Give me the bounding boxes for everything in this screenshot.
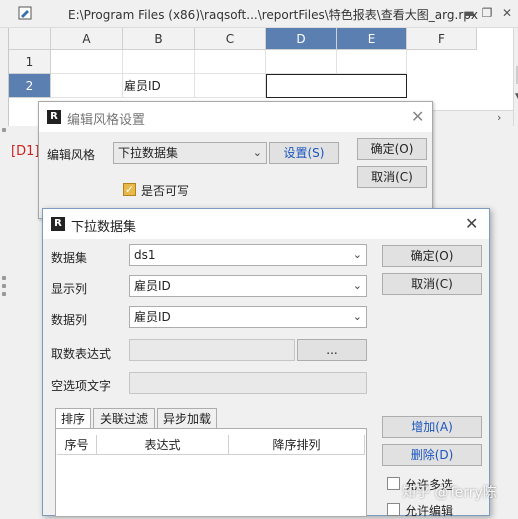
display-column-select[interactable]: 雇员ID ⌄ xyxy=(129,275,367,297)
row-header-2[interactable]: 2 xyxy=(9,74,51,98)
dialog-title: 编辑风格设置 xyxy=(67,113,146,128)
empty-option-input[interactable] xyxy=(129,372,367,394)
cell-b2[interactable]: 雇员ID xyxy=(123,74,195,98)
empty-option-label: 空选项文字 xyxy=(51,379,112,393)
cell-d2-e2-merged[interactable] xyxy=(266,74,407,98)
splitter-grip-icon[interactable] xyxy=(2,128,6,132)
scroll-right-icon[interactable]: › xyxy=(497,111,501,124)
minimize-button[interactable]: ▬ xyxy=(462,6,476,20)
column-header-d[interactable]: D xyxy=(266,28,337,50)
settings-button[interactable]: 设置(S) xyxy=(269,142,339,164)
expression-label: 取数表达式 xyxy=(51,347,112,361)
tab-async-load[interactable]: 异步加载 xyxy=(157,408,217,428)
column-header-f[interactable]: F xyxy=(407,28,477,50)
cancel-button[interactable]: 取消(C) xyxy=(382,273,482,295)
cell-d1[interactable] xyxy=(266,50,337,74)
ok-button[interactable]: 确定(O) xyxy=(357,138,427,160)
app-logo-icon: R xyxy=(51,217,65,231)
column-header-e[interactable]: E xyxy=(337,28,407,50)
expression-input[interactable] xyxy=(129,339,295,361)
display-column-value: 雇员ID xyxy=(134,279,171,293)
window-titlebar: E:\Program Files (x86)\raqsoft...\report… xyxy=(0,0,518,28)
dataset-value: ds1 xyxy=(134,248,156,262)
column-header-expression: 表达式 xyxy=(97,435,229,455)
close-icon[interactable]: ✕ xyxy=(411,107,424,126)
dialog-titlebar: R 下拉数据集 ✕ xyxy=(43,209,489,239)
settings-button-label: 设置(S) xyxy=(283,146,325,160)
chevron-down-icon: ⌄ xyxy=(352,248,362,261)
restore-button[interactable]: ❐ xyxy=(480,6,494,20)
cell-c1[interactable] xyxy=(195,50,266,74)
allow-edit-label: 允许编辑 xyxy=(405,504,454,518)
dropdown-dataset-dialog: R 下拉数据集 ✕ 数据集 ds1 ⌄ 显示列 雇员ID ⌄ 数据列 雇员ID … xyxy=(42,208,490,518)
ok-button[interactable]: 确定(O) xyxy=(382,245,482,267)
cell-c2[interactable] xyxy=(195,74,266,98)
cell-b1[interactable] xyxy=(123,50,195,74)
watermark: 知乎 @Terry陈 xyxy=(402,485,497,501)
tab-related-filter[interactable]: 关联过滤 xyxy=(93,408,155,428)
display-column-label: 显示列 xyxy=(51,282,88,296)
chevron-down-icon: ⌄ xyxy=(352,279,362,292)
column-header-index: 序号 xyxy=(57,435,97,455)
column-header-descending: 降序排列 xyxy=(229,435,365,455)
allow-edit-checkbox[interactable] xyxy=(387,503,400,516)
expression-edit-button[interactable]: ... xyxy=(297,339,367,361)
column-header-c[interactable]: C xyxy=(195,28,266,50)
column-header-a[interactable]: A xyxy=(51,28,123,50)
cancel-button[interactable]: 取消(C) xyxy=(357,166,427,188)
edit-style-dialog: R 编辑风格设置 ✕ 编辑风格 下拉数据集 ⌄ 设置(S) 确定(O) 取消(C… xyxy=(38,101,433,219)
add-button[interactable]: 增加(A) xyxy=(382,416,482,438)
cell-reference: [D1] xyxy=(11,144,40,159)
data-column-value: 雇员ID xyxy=(134,310,171,324)
cell-a1[interactable] xyxy=(51,50,123,74)
vertical-scrollbar[interactable]: ▼ xyxy=(513,28,518,126)
dataset-label: 数据集 xyxy=(51,251,88,265)
document-icon xyxy=(18,6,32,20)
delete-button[interactable]: 删除(D) xyxy=(382,444,482,466)
writable-label: 是否可写 xyxy=(141,184,190,198)
column-header-b[interactable]: B xyxy=(123,28,195,50)
corner-cell[interactable] xyxy=(9,28,51,50)
chevron-down-icon: ⌄ xyxy=(252,146,262,159)
close-button[interactable]: ✕ xyxy=(500,6,514,20)
add-button-label: 增加(A) xyxy=(411,420,453,434)
style-label: 编辑风格 xyxy=(47,148,96,162)
dialog-title: 下拉数据集 xyxy=(71,220,137,235)
cell-e1[interactable] xyxy=(337,50,407,74)
writable-checkbox[interactable]: ✓ xyxy=(123,183,136,196)
splitter-grip-icon[interactable] xyxy=(2,292,6,296)
style-select[interactable]: 下拉数据集 ⌄ xyxy=(113,142,267,164)
row-header-1[interactable]: 1 xyxy=(9,50,51,74)
dialog-titlebar: R 编辑风格设置 ✕ xyxy=(39,102,432,132)
close-icon[interactable]: ✕ xyxy=(465,214,478,233)
window-title: E:\Program Files (x86)\raqsoft...\report… xyxy=(68,8,478,22)
cell-a2[interactable] xyxy=(51,74,123,98)
splitter-grip-icon[interactable] xyxy=(2,284,6,288)
app-logo-icon: R xyxy=(47,110,61,124)
data-column-select[interactable]: 雇员ID ⌄ xyxy=(129,306,367,328)
chevron-down-icon: ⌄ xyxy=(352,310,362,323)
data-column-label: 数据列 xyxy=(51,313,88,327)
tab-sort[interactable]: 排序 xyxy=(55,408,91,429)
style-value: 下拉数据集 xyxy=(118,146,179,160)
delete-button-label: 删除(D) xyxy=(410,448,454,462)
splitter-grip-icon[interactable] xyxy=(2,276,6,280)
allow-multi-checkbox[interactable] xyxy=(387,477,400,490)
dataset-select[interactable]: ds1 ⌄ xyxy=(129,244,367,266)
